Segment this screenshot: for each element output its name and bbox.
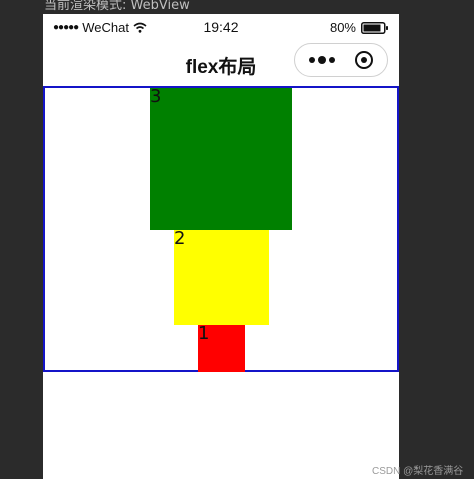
flex-item-3: 3 xyxy=(150,88,292,230)
status-right: 80% xyxy=(330,20,389,35)
status-bar: ●●●●● WeChat 19:42 80% xyxy=(43,14,399,40)
watermark: CSDN @梨花香满谷 xyxy=(372,466,464,477)
flex-item-label: 2 xyxy=(174,228,186,249)
close-icon[interactable] xyxy=(355,51,373,69)
menu-capsule xyxy=(294,43,388,77)
battery-percent: 80% xyxy=(329,20,356,35)
devtools-top-strip: 当前渲染模式: WebView xyxy=(0,0,474,14)
flex-item-1: 1 xyxy=(198,325,245,372)
render-mode-label: 当前渲染模式: WebView xyxy=(44,0,190,13)
flex-item-label: 3 xyxy=(150,86,162,107)
flex-item-2: 2 xyxy=(174,230,269,325)
flex-item-label: 1 xyxy=(198,323,210,344)
battery-icon xyxy=(361,21,388,34)
phone-simulator: ●●●●● WeChat 19:42 80% flex布局 3 2 1 xyxy=(43,14,399,479)
more-icon[interactable] xyxy=(309,52,339,68)
nav-bar: flex布局 xyxy=(43,40,399,86)
flex-container: 3 2 1 xyxy=(43,86,399,372)
